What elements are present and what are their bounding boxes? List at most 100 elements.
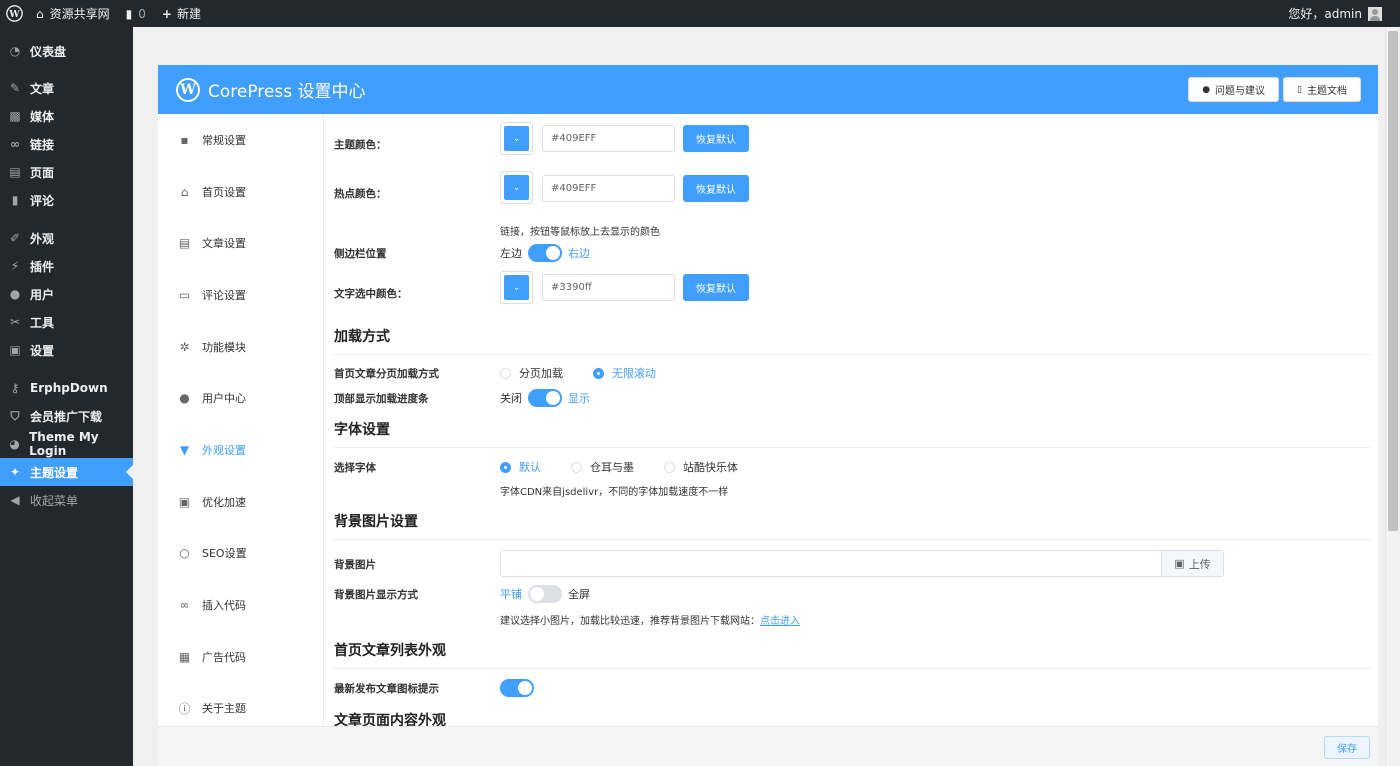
- menu-item-tools[interactable]: ✂ 工具: [0, 308, 133, 336]
- page-scrollbar[interactable]: [1385, 27, 1400, 766]
- nav-home[interactable]: ⌂ 首页设置: [158, 166, 323, 218]
- feedback-button[interactable]: ● 问题与建议: [1188, 77, 1280, 102]
- select-color-input[interactable]: #3390ff: [542, 274, 675, 301]
- image-icon: ▣: [1174, 557, 1185, 570]
- site-name-link[interactable]: ⌂ 资源共享网: [28, 0, 118, 27]
- background-mode-toggle[interactable]: [528, 585, 562, 603]
- comments-link[interactable]: ▮ 0: [118, 0, 154, 27]
- menu-item-pages[interactable]: ▤ 页面: [0, 158, 133, 186]
- nav-seo[interactable]: ○ SEO设置: [158, 528, 323, 580]
- menu-item-posts[interactable]: ✎ 文章: [0, 74, 133, 102]
- background-site-link[interactable]: 点击进入: [760, 616, 800, 627]
- document-icon: ▯: [1297, 84, 1302, 95]
- select-color-picker[interactable]: ⌄: [500, 271, 533, 304]
- nav-insert-code[interactable]: ∞ 插入代码: [158, 579, 323, 631]
- scrollbar-thumb[interactable]: [1388, 31, 1398, 531]
- search-icon: ○: [179, 546, 190, 561]
- chevron-down-icon: ⌄: [504, 175, 529, 200]
- nav-article[interactable]: ▤ 文章设置: [158, 217, 323, 269]
- font-radio-group: 默认 仓耳与墨 站酷快乐体: [500, 459, 768, 475]
- theme-color-input[interactable]: #409EFF: [542, 125, 675, 152]
- menu-item-plugins[interactable]: ⚡ 插件: [0, 252, 133, 280]
- media-icon: ▩: [9, 109, 21, 123]
- nav-optimize[interactable]: ▣ 优化加速: [158, 476, 323, 528]
- theme-color-picker[interactable]: ⌄: [500, 122, 533, 155]
- progress-bar-toggle[interactable]: [528, 389, 562, 407]
- save-button[interactable]: 保存: [1324, 736, 1370, 759]
- menu-item-erphpdown[interactable]: ⚷ ErphpDown: [0, 374, 133, 402]
- hot-color-picker[interactable]: ⌄: [500, 171, 533, 204]
- collapse-menu-button[interactable]: ◀ 收起菜单: [0, 486, 133, 514]
- page-icon: ▤: [9, 165, 21, 179]
- settings-icon: ▣: [9, 343, 21, 357]
- pin-icon: ✎: [9, 81, 21, 95]
- user-icon: ●: [9, 287, 21, 301]
- panel-title: CorePress 设置中心: [208, 82, 366, 102]
- menu-item-theme-my-login[interactable]: ◕ Theme My Login: [0, 430, 133, 458]
- background-hint: 建议选择小图片，加载比较迅速，推荐背景图片下载网站：点击进入: [500, 616, 800, 627]
- paging-radio-group: 分页加载 无限滚动: [500, 365, 686, 381]
- wordpress-logo-icon[interactable]: W: [0, 0, 28, 27]
- chevron-down-icon: ⌄: [504, 126, 529, 151]
- font-option-cangerr[interactable]: 仓耳与墨: [571, 459, 634, 475]
- paging-option-pagination[interactable]: 分页加载: [500, 365, 563, 381]
- background-mode-switch: 平铺 全屏: [500, 585, 590, 603]
- theme-color-reset-button[interactable]: 恢复默认: [683, 125, 749, 152]
- menu-item-comments[interactable]: ▮ 评论: [0, 186, 133, 214]
- upload-button[interactable]: ▣ 上传: [1161, 551, 1223, 576]
- grid-icon: ▪: [180, 132, 189, 147]
- theme-color-label: 主题颜色：: [334, 139, 387, 151]
- admin-bar: W ⌂ 资源共享网 ▮ 0 + 新建 您好，admin: [0, 0, 1400, 27]
- link-icon: ∞: [179, 598, 190, 613]
- menu-item-media[interactable]: ▩ 媒体: [0, 102, 133, 130]
- new-content-link[interactable]: + 新建: [154, 0, 209, 27]
- nav-appearance[interactable]: ▼ 外观设置: [158, 424, 323, 476]
- menu-item-links[interactable]: ∞ 链接: [0, 130, 133, 158]
- font-option-zcool[interactable]: 站酷快乐体: [664, 459, 738, 475]
- my-account-link[interactable]: 您好，admin: [1280, 0, 1400, 27]
- info-icon: ⓘ: [178, 701, 191, 716]
- new-post-icon-label: 最新发布文章图标提示: [334, 683, 439, 695]
- greeting: 您好，admin: [1288, 7, 1362, 21]
- comments-count: 0: [138, 6, 146, 21]
- comment-icon: ▮: [125, 6, 133, 21]
- menu-item-users[interactable]: ● 用户: [0, 280, 133, 308]
- nav-general[interactable]: ▪ 常规设置: [158, 114, 323, 166]
- sidebar-position-toggle[interactable]: [528, 244, 562, 262]
- new-post-icon-toggle[interactable]: [500, 679, 534, 697]
- menu-item-settings[interactable]: ▣ 设置: [0, 336, 133, 364]
- gear-icon: ✲: [179, 339, 190, 354]
- admin-menu: ◔ 仪表盘 ✎ 文章 ▩ 媒体 ∞ 链接 ▤ 页面 ▮ 评论 ✐ 外观 ⚡ 插件 ● 用户 ✂ 工具…: [0, 27, 133, 766]
- font-section-title: 字体设置: [334, 419, 1370, 448]
- theme-icon: ✦: [9, 465, 21, 479]
- collapse-icon: ◀: [10, 493, 20, 507]
- background-mode-label: 背景图片显示方式: [334, 589, 418, 601]
- nav-comment[interactable]: ▭ 评论设置: [158, 269, 323, 321]
- panel-footer: 保存: [158, 726, 1378, 766]
- font-option-default[interactable]: 默认: [500, 459, 541, 475]
- hot-color-input[interactable]: #409EFF: [542, 175, 675, 202]
- avatar: [1368, 6, 1382, 21]
- dashboard-icon: ◔: [9, 44, 21, 58]
- sidebar-position-label: 侧边栏位置: [334, 248, 387, 260]
- nav-user-center[interactable]: ● 用户中心: [158, 372, 323, 424]
- background-image-input[interactable]: [501, 551, 1161, 576]
- paging-option-infinite[interactable]: 无限滚动: [593, 365, 656, 381]
- docs-button[interactable]: ▯ 主题文档: [1283, 77, 1361, 102]
- hot-color-reset-button[interactable]: 恢复默认: [683, 175, 749, 202]
- menu-item-member-promo[interactable]: ⛉ 会员推广下载: [0, 402, 133, 430]
- nav-ad-code[interactable]: ▦ 广告代码: [158, 631, 323, 683]
- background-image-label: 背景图片: [334, 559, 376, 571]
- paging-label: 首页文章分页加载方式: [334, 368, 439, 380]
- select-color-label: 文字选中颜色：: [334, 288, 408, 300]
- menu-item-appearance[interactable]: ✐ 外观: [0, 224, 133, 252]
- document-icon: ▤: [178, 236, 191, 251]
- select-color-reset-button[interactable]: 恢复默认: [683, 274, 749, 301]
- loading-section-title: 加载方式: [334, 326, 1370, 355]
- menu-item-dashboard[interactable]: ◔ 仪表盘: [0, 37, 133, 65]
- menu-item-theme-settings[interactable]: ✦ 主题设置: [0, 458, 133, 486]
- nav-modules[interactable]: ✲ 功能模块: [158, 321, 323, 373]
- new-post-icon-switch: [500, 679, 534, 697]
- settings-panel: W CorePress 设置中心 ● 问题与建议 ▯ 主题文档 ▪ 常规设置 ⌂ 首页设…: [158, 65, 1378, 766]
- background-image-upload: ▣ 上传: [500, 550, 1224, 577]
